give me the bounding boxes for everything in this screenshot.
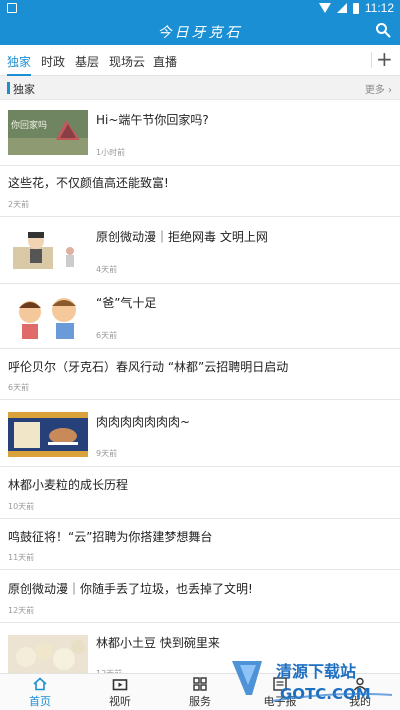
news-title: 鸣鼓征将！“云”招聘为你搭建梦想舞台 — [8, 530, 213, 544]
notification-icon — [7, 3, 17, 13]
section-title: 独家 — [13, 83, 35, 96]
news-item[interactable]: 肉肉肉肉肉肉肉~ 9天前 — [0, 400, 400, 467]
section-accent — [7, 82, 10, 94]
signal-icon — [336, 3, 347, 13]
news-time: 1小时前 — [96, 148, 126, 157]
news-title: 呼伦贝尔（牙克石）春风行动 “林都”云招聘明日启动 — [8, 360, 289, 374]
news-time: 11天前 — [8, 553, 35, 562]
news-time: 10天前 — [8, 502, 35, 511]
meat-dish-image-icon — [8, 412, 88, 457]
watermark-logo: 清源下载站 GOTC.COM — [232, 661, 393, 703]
news-title: 林都小麦粒的成长历程 — [8, 478, 129, 492]
status-bar: 11:12 — [0, 0, 400, 17]
news-thumbnail: 你回家吗 — [8, 110, 88, 155]
tab-exclusive[interactable]: 独家 — [7, 53, 32, 76]
video-icon — [112, 679, 128, 691]
news-item[interactable]: 你回家吗 Hi~端午节你回家吗? 1小时前 — [0, 100, 400, 166]
news-title: 这些花，不仅颜值高还能致富! — [8, 176, 169, 190]
add-channel-icon[interactable]: + — [376, 49, 393, 69]
news-item[interactable]: 林都小麦粒的成长历程 10天前 — [0, 467, 400, 519]
svg-text:清源下载站: 清源下载站 — [276, 662, 356, 681]
section-header: 独家 更多 › — [0, 76, 400, 100]
news-time: 2天前 — [8, 200, 30, 209]
battery-icon — [352, 2, 359, 14]
dumpling-image-icon: 你回家吗 — [8, 110, 88, 155]
news-time: 12天前 — [8, 606, 35, 615]
news-title: Hi~端午节你回家吗? — [96, 113, 209, 127]
news-time: 6天前 — [8, 383, 30, 392]
tab-live-cloud[interactable]: 现场云 — [109, 53, 145, 76]
news-title: “爸”气十足 — [96, 296, 157, 310]
news-title: 原创微动漫｜拒绝网毒 文明上网 — [96, 230, 268, 244]
cartoon-image-icon — [8, 227, 88, 272]
nav-home[interactable]: 首页 — [10, 677, 70, 709]
news-item[interactable]: “爸”气十足 6天前 — [0, 284, 400, 349]
tab-live[interactable]: 直播 — [153, 53, 177, 76]
news-item[interactable]: 这些花，不仅颜值高还能致富! 2天前 — [0, 166, 400, 217]
tabs-divider — [371, 52, 372, 68]
news-time: 4天前 — [96, 265, 118, 274]
tab-politics[interactable]: 时政 — [41, 53, 65, 76]
news-item[interactable]: 呼伦贝尔（牙克石）春风行动 “林都”云招聘明日启动 6天前 — [0, 349, 400, 400]
app-title: 今日牙克石 — [157, 25, 243, 41]
news-thumbnail — [8, 294, 88, 339]
news-item[interactable]: 原创微动漫｜你随手丢了垃圾，也丢掉了文明! 12天前 — [0, 570, 400, 623]
news-time: 9天前 — [96, 449, 118, 458]
svg-text:你回家吗: 你回家吗 — [11, 119, 47, 131]
news-time: 6天前 — [96, 331, 118, 340]
news-item[interactable]: 鸣鼓征将！“云”招聘为你搭建梦想舞台 11天前 — [0, 519, 400, 570]
app-bar: 今日牙克石 — [0, 17, 400, 45]
nav-services[interactable]: 服务 — [170, 677, 230, 709]
tab-grassroots[interactable]: 基层 — [75, 53, 99, 76]
news-thumbnail — [8, 412, 88, 457]
news-title: 肉肉肉肉肉肉肉~ — [96, 415, 191, 429]
news-title: 林都小土豆 快到碗里来 — [96, 636, 220, 650]
status-time: 11:12 — [364, 1, 394, 15]
news-title: 原创微动漫｜你随手丢了垃圾，也丢掉了文明! — [8, 582, 253, 596]
home-icon — [33, 677, 47, 691]
wifi-icon — [318, 3, 331, 13]
father-cartoon-icon — [8, 294, 88, 339]
nav-media[interactable]: 视听 — [90, 677, 150, 709]
channel-tabs: 独家 时政 基层 现场云 直播 + — [0, 45, 400, 76]
news-item[interactable]: 原创微动漫｜拒绝网毒 文明上网 4天前 — [0, 217, 400, 284]
search-icon[interactable] — [375, 22, 391, 38]
more-link[interactable]: 更多 › — [365, 81, 392, 96]
news-thumbnail — [8, 227, 88, 272]
grid-icon — [193, 677, 207, 691]
